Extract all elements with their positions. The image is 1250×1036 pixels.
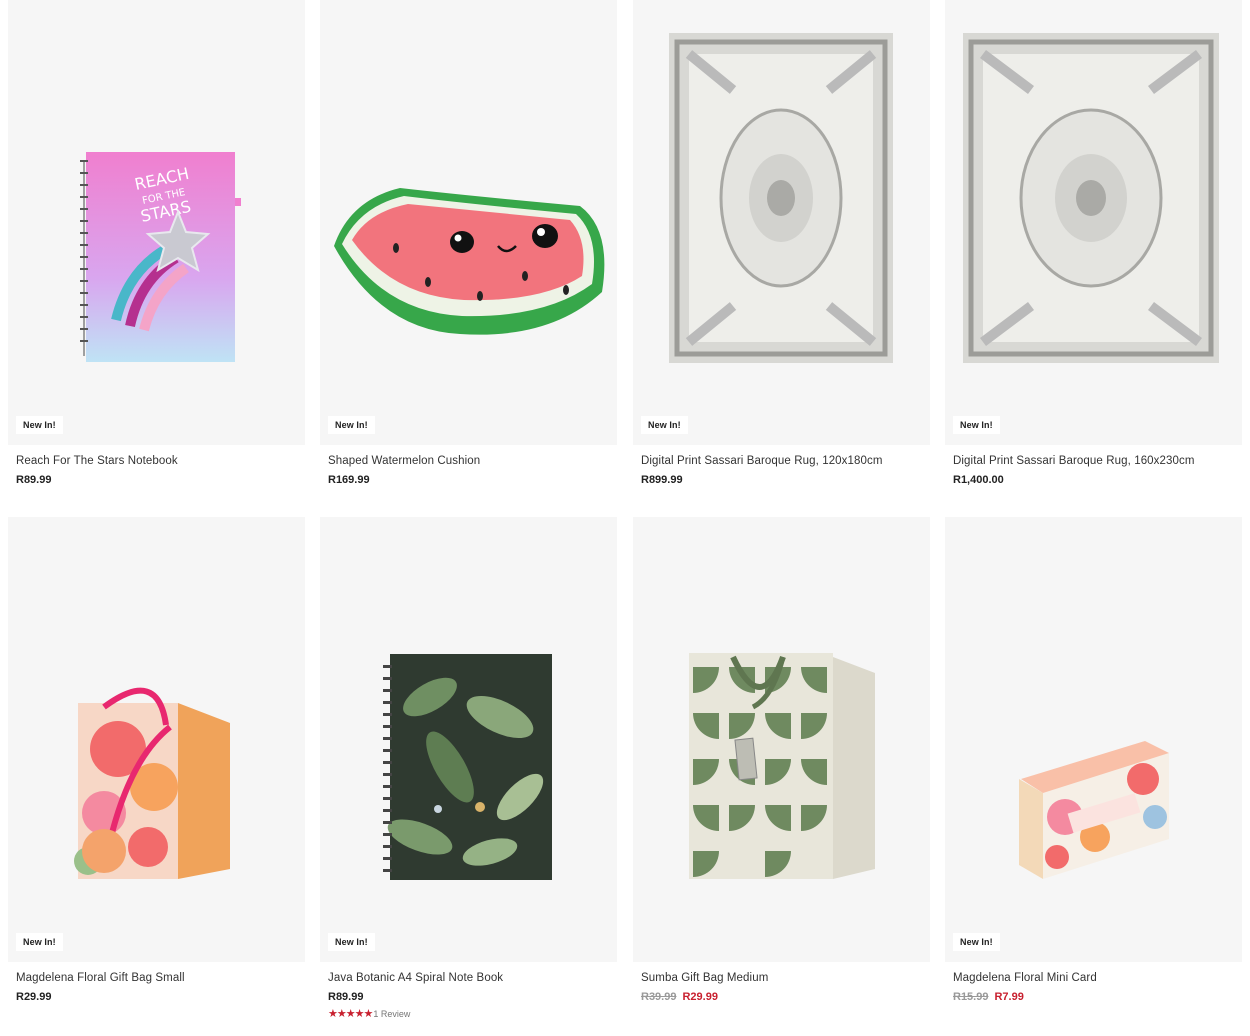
product-card[interactable]: New In! Shaped Watermelon Cushion R169.9… (320, 0, 617, 486)
product-rating[interactable]: ★★★★★ 1 Review (328, 1007, 410, 1020)
new-in-badge: New In! (641, 416, 688, 434)
floral-card-image (1019, 741, 1169, 879)
product-name[interactable]: Magdelena Floral Gift Bag Small (16, 972, 185, 984)
product-image[interactable]: New In! (945, 0, 1242, 445)
product-card[interactable]: New In! Java Botanic A4 Spiral Note Book… (320, 517, 617, 1020)
rug-image (963, 33, 1219, 363)
watermelon-cushion-image (334, 188, 605, 335)
new-in-badge: New In! (16, 933, 63, 951)
product-name[interactable]: Sumba Gift Bag Medium (641, 972, 768, 984)
sale-price: R7.99 (994, 991, 1024, 1003)
product-price: R169.99 (328, 474, 370, 486)
product-card[interactable]: New In! Digital Print Sassari Baroque Ru… (633, 0, 930, 486)
product-image[interactable]: New In! (633, 0, 930, 445)
product-name[interactable]: Java Botanic A4 Spiral Note Book (328, 972, 503, 984)
new-in-badge: New In! (953, 416, 1000, 434)
product-image[interactable]: New In! (320, 0, 617, 445)
product-name[interactable]: Reach For The Stars Notebook (16, 455, 178, 467)
sale-price: R29.99 (682, 991, 718, 1003)
product-name[interactable]: Shaped Watermelon Cushion (328, 455, 480, 467)
product-card[interactable]: REACH FOR THE STARS New In! Reach For Th… (8, 0, 305, 486)
product-name[interactable]: Digital Print Sassari Baroque Rug, 160x2… (953, 455, 1195, 467)
product-card[interactable]: Sumba Gift Bag Medium R39.99 R29.99 (633, 517, 930, 1003)
product-image[interactable]: REACH FOR THE STARS New In! (8, 0, 305, 445)
product-price: R89.99 (16, 474, 52, 486)
product-price: R89.99 (328, 991, 364, 1003)
rug-image (669, 33, 893, 363)
product-card[interactable]: New In! Digital Print Sassari Baroque Ru… (945, 0, 1242, 486)
product-card[interactable]: New In! Magdelena Floral Mini Card R15.9… (945, 517, 1242, 1003)
new-in-badge: New In! (328, 416, 375, 434)
new-in-badge: New In! (328, 933, 375, 951)
notebook-stars-image: REACH FOR THE STARS (80, 152, 241, 362)
product-grid: REACH FOR THE STARS New In! Reach For Th… (0, 0, 1250, 1036)
original-price: R39.99 (641, 991, 677, 1003)
product-name[interactable]: Digital Print Sassari Baroque Rug, 120x1… (641, 455, 883, 467)
product-name[interactable]: Magdelena Floral Mini Card (953, 972, 1097, 984)
product-image[interactable]: New In! (8, 517, 305, 962)
product-image[interactable]: New In! (945, 517, 1242, 962)
new-in-badge: New In! (16, 416, 63, 434)
product-image[interactable] (633, 517, 930, 962)
review-count[interactable]: 1 Review (373, 1009, 410, 1019)
new-in-badge: New In! (953, 933, 1000, 951)
product-price: R39.99 R29.99 (641, 991, 718, 1003)
product-price: R15.99 R7.99 (953, 991, 1024, 1003)
botanic-notebook-image (383, 654, 552, 880)
original-price: R15.99 (953, 991, 989, 1003)
green-gift-bag-image (689, 653, 875, 879)
product-price: R899.99 (641, 474, 683, 486)
product-price: R1,400.00 (953, 474, 1004, 486)
star-rating-icon: ★★★★★ (328, 1008, 373, 1020)
product-image[interactable]: New In! (320, 517, 617, 962)
product-price: R29.99 (16, 991, 52, 1003)
product-card[interactable]: New In! Magdelena Floral Gift Bag Small … (8, 517, 305, 1003)
floral-gift-bag-image (74, 687, 230, 879)
